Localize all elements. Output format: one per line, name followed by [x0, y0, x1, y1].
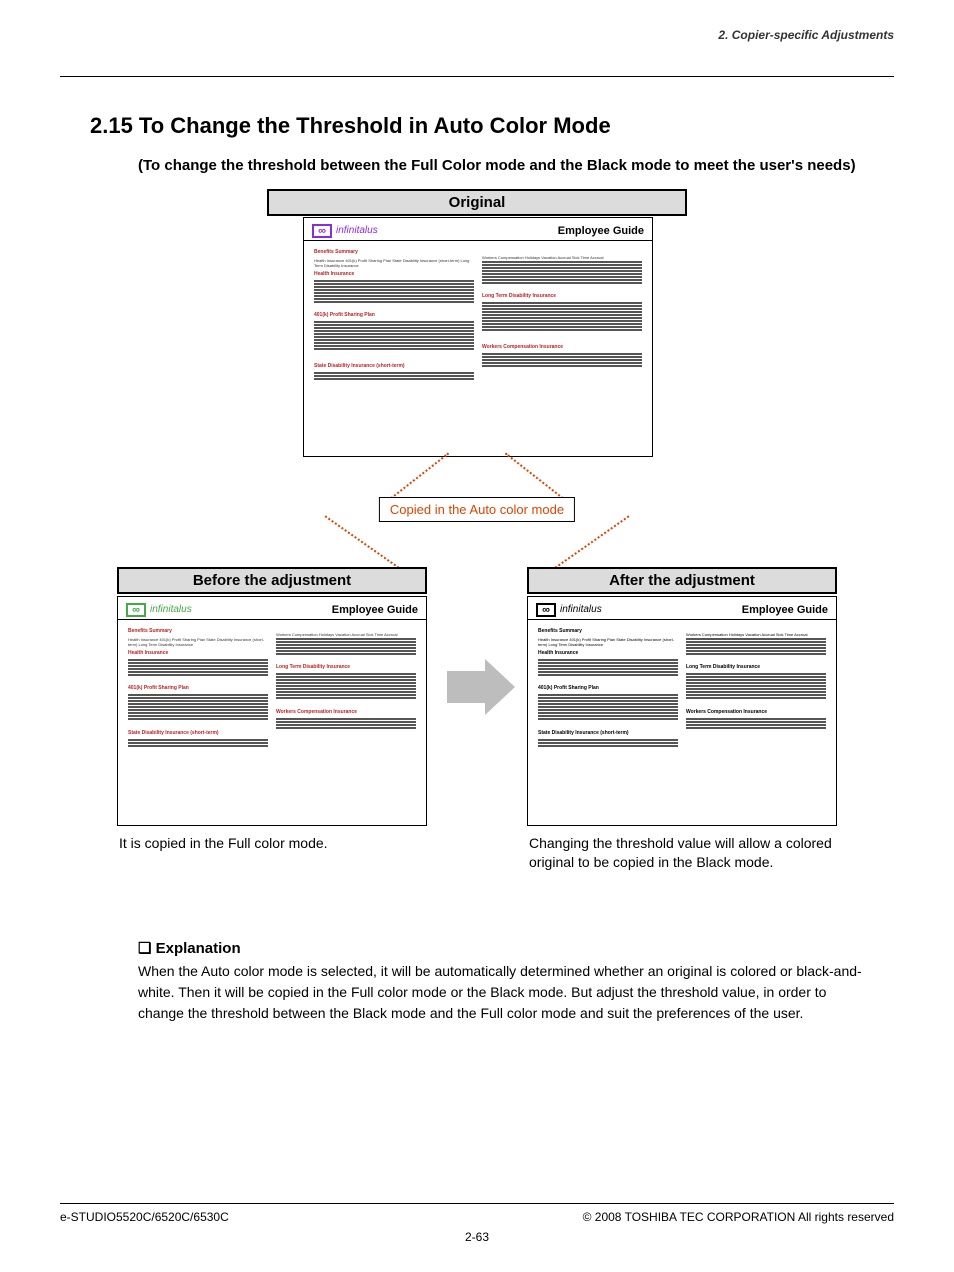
guide-title: Employee Guide — [558, 225, 644, 237]
original-label: Original — [267, 189, 687, 216]
section-title: 2.15 To Change the Threshold in Auto Col… — [90, 113, 894, 139]
doc-header: ∞ infinitalus Employee Guide — [304, 218, 652, 241]
footer-page-number: 2-63 — [60, 1224, 894, 1244]
before-block: Before the adjustment ∞ infinitalus Empl… — [117, 567, 427, 854]
copied-caption: Copied in the Auto color mode — [379, 497, 575, 522]
section-heading: Long Term Disability Insurance — [482, 293, 642, 300]
before-caption: It is copied in the Full color mode. — [117, 834, 427, 854]
col-text: Health Insurance 401(k) Profit Sharing P… — [538, 637, 678, 648]
section-heading: Workers Compensation Insurance — [482, 344, 642, 351]
section-heading: State Disability Insurance (short-term) — [314, 363, 474, 370]
doc-body: Benefits Summary Health Insurance 401(k)… — [528, 620, 836, 755]
footer-rule — [60, 1203, 894, 1204]
after-block: After the adjustment ∞ infinitalus Emplo… — [527, 567, 837, 873]
dotted-line — [555, 515, 630, 568]
doc-header: ∞ infinitalus Employee Guide — [118, 597, 426, 620]
after-label: After the adjustment — [527, 567, 837, 594]
logo-icon: ∞ — [312, 224, 332, 238]
logo-icon: ∞ — [536, 603, 556, 617]
explanation-text: When the Auto color mode is selected, it… — [138, 961, 874, 1024]
original-document-image: ∞ infinitalus Employee Guide Benefits Su… — [303, 217, 653, 457]
chapter-header: 2. Copier-specific Adjustments — [718, 28, 894, 42]
page-footer: e-STUDIO5520C/6520C/6530C © 2008 TOSHIBA… — [60, 1203, 894, 1244]
diagram-area: Original ∞ infinitalus Employee Guide Be… — [117, 189, 837, 919]
section-heading: Health Insurance — [314, 271, 474, 278]
benefits-heading: Benefits Summary — [128, 628, 268, 635]
section-heading: 401(k) Profit Sharing Plan — [314, 312, 474, 319]
benefits-heading: Benefits Summary — [314, 249, 474, 256]
col-text: Workers Compensation Holidays Vacation A… — [686, 632, 826, 638]
brand-text: infinitalus — [336, 225, 378, 236]
header-rule — [60, 76, 894, 77]
guide-title: Employee Guide — [742, 604, 828, 616]
doc-body: Benefits Summary Health Insurance 401(k)… — [304, 241, 652, 390]
after-document-image: ∞ infinitalus Employee Guide Benefits Su… — [527, 596, 837, 826]
benefits-heading: Benefits Summary — [538, 628, 678, 635]
logo-icon: ∞ — [126, 603, 146, 617]
doc-body: Benefits Summary Health Insurance 401(k)… — [118, 620, 426, 755]
col-text: Workers Compensation Holidays Vacation A… — [482, 255, 642, 261]
explanation-title: Explanation — [138, 939, 874, 957]
dotted-line — [325, 515, 400, 568]
doc-header: ∞ infinitalus Employee Guide — [528, 597, 836, 620]
guide-title: Employee Guide — [332, 604, 418, 616]
dotted-line — [505, 452, 569, 503]
col-text: Workers Compensation Holidays Vacation A… — [276, 632, 416, 638]
footer-model: e-STUDIO5520C/6520C/6530C — [60, 1210, 229, 1224]
col-text: Health Insurance 401(k) Profit Sharing P… — [314, 258, 474, 269]
footer-copyright: © 2008 TOSHIBA TEC CORPORATION All right… — [583, 1210, 894, 1224]
after-caption: Changing the threshold value will allow … — [527, 834, 837, 873]
dotted-line — [385, 452, 449, 503]
section-subtitle: (To change the threshold between the Ful… — [138, 153, 894, 179]
before-label: Before the adjustment — [117, 567, 427, 594]
brand-text: infinitalus — [560, 604, 602, 615]
col-text: Health Insurance 401(k) Profit Sharing P… — [128, 637, 268, 648]
before-document-image: ∞ infinitalus Employee Guide Benefits Su… — [117, 596, 427, 826]
brand-text: infinitalus — [150, 604, 192, 615]
explanation-block: Explanation When the Auto color mode is … — [138, 939, 874, 1024]
